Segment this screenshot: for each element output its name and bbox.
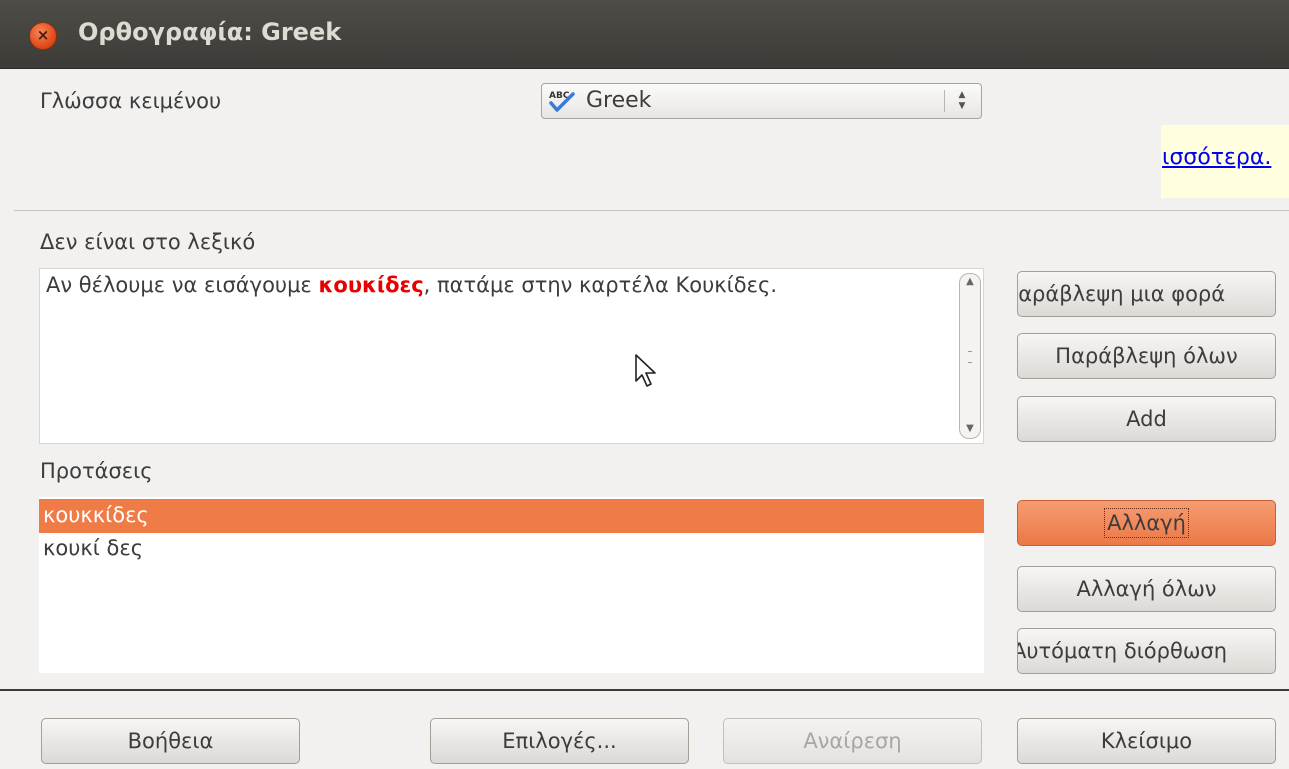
change-button[interactable]: Αλλαγή bbox=[1017, 500, 1276, 546]
ignore-all-button[interactable]: Παράβλεψη όλων bbox=[1017, 333, 1276, 379]
close-icon[interactable]: × bbox=[29, 22, 57, 50]
misspelled-word: κουκίδες bbox=[318, 273, 424, 297]
close-button[interactable]: Κλείσιμο bbox=[1017, 718, 1276, 764]
change-button-label: Αλλαγή bbox=[1104, 508, 1189, 538]
suggestions-list[interactable]: κουκκίδες κουκί δες bbox=[39, 497, 984, 673]
footer-divider bbox=[0, 689, 1289, 691]
suggestion-item[interactable]: κουκί δες bbox=[39, 532, 984, 566]
autocorrect-button[interactable]: Αυτόματη διόρθωση bbox=[1017, 628, 1276, 674]
more-dictionaries-link[interactable]: ισσότερα. bbox=[1162, 145, 1271, 170]
sentence-text: Αν θέλουμε να εισάγουμε κουκίδες, πατάμε… bbox=[46, 273, 777, 297]
undo-button: Αναίρεση bbox=[723, 718, 982, 764]
spellcheck-dialog: × Ορθογραφία: Greek Γλώσσα κειμένου ABC … bbox=[0, 0, 1289, 769]
language-select-value: Greek bbox=[586, 88, 652, 113]
up-down-chevron-icon: ▲ ▼ bbox=[958, 90, 966, 111]
help-button[interactable]: Βοήθεια bbox=[41, 718, 300, 764]
add-button[interactable]: Add bbox=[1017, 396, 1276, 442]
spellcheck-abc-icon: ABC bbox=[549, 91, 575, 112]
section-divider bbox=[14, 210, 1289, 211]
suggestions-label: Προτάσεις bbox=[40, 459, 153, 483]
not-in-dictionary-label: Δεν είναι στο λεξικό bbox=[40, 230, 256, 254]
suggestion-item-selected[interactable]: κουκκίδες bbox=[39, 499, 984, 533]
sentence-before: Αν θέλουμε να εισάγουμε bbox=[46, 273, 319, 297]
mouse-pointer-icon bbox=[635, 354, 656, 387]
not-in-dictionary-textbox[interactable]: Αν θέλουμε να εισάγουμε κουκίδες, πατάμε… bbox=[39, 268, 984, 444]
language-label: Γλώσσα κειμένου bbox=[40, 89, 221, 113]
ignore-once-button[interactable]: Ιαράβλεψη μια φορά bbox=[1017, 271, 1276, 317]
combo-separator bbox=[944, 90, 945, 112]
window-title: Ορθογραφία: Greek bbox=[78, 18, 342, 46]
scrollbar-grip-icon bbox=[968, 351, 972, 363]
change-all-button[interactable]: Αλλαγή όλων bbox=[1017, 566, 1276, 612]
scroll-down-icon[interactable]: ▼ bbox=[959, 423, 981, 434]
vertical-scrollbar[interactable]: ▲ ▼ bbox=[959, 273, 981, 439]
options-button[interactable]: Επιλογές... bbox=[430, 718, 689, 764]
language-label-text: Γλώσσα κειμένου bbox=[40, 89, 222, 113]
language-select[interactable]: ABC Greek ▲ ▼ bbox=[541, 83, 982, 119]
more-dictionaries-banner: ισσότερα. bbox=[1161, 125, 1289, 198]
sentence-after: , πατάμε στην καρτέλα Κουκίδες. bbox=[423, 273, 777, 297]
title-bar: × Ορθογραφία: Greek bbox=[0, 0, 1289, 69]
scroll-up-icon[interactable]: ▲ bbox=[959, 276, 981, 287]
